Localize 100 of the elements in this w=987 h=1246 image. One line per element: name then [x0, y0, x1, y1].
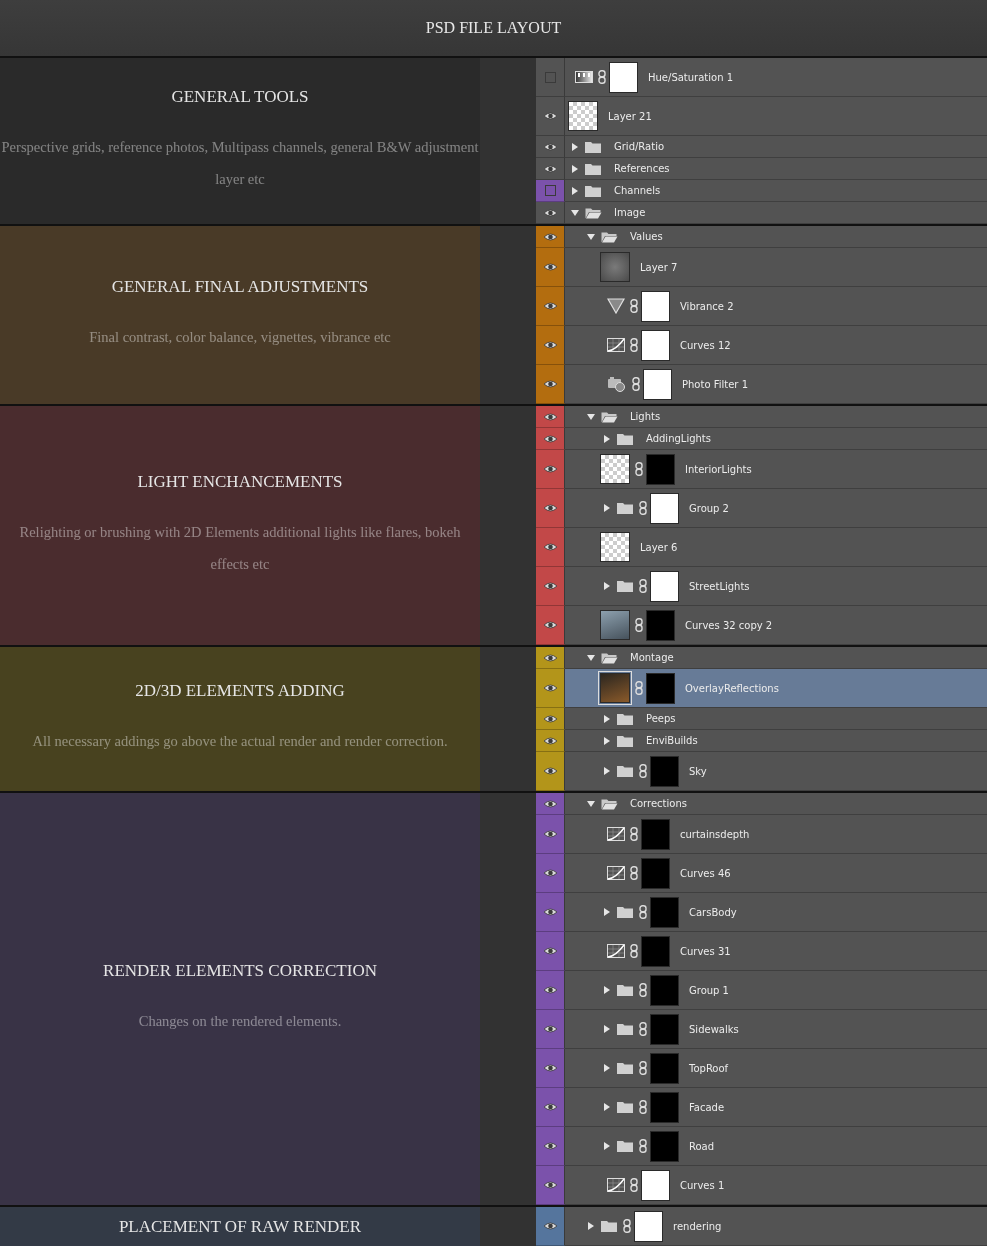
folder-icon	[601, 410, 618, 423]
disclosure-triangle-icon[interactable]	[603, 1064, 611, 1072]
eye-icon[interactable]	[542, 1180, 558, 1190]
eye-icon[interactable]	[542, 379, 558, 389]
folder-icon	[617, 1140, 634, 1152]
curve-graph-icon	[607, 944, 625, 958]
eye-icon[interactable]	[542, 1221, 558, 1231]
eye-icon[interactable]	[542, 946, 558, 956]
layer-name: Vibrance 2	[680, 300, 734, 312]
eye-icon[interactable]	[542, 464, 558, 474]
disclosure-triangle-icon[interactable]	[587, 1222, 595, 1230]
eye-icon[interactable]	[542, 713, 558, 724]
chain-link-icon	[635, 681, 643, 695]
chain-link-icon	[630, 299, 638, 313]
disclosure-triangle-icon[interactable]	[603, 714, 611, 723]
layer-name: AddingLights	[646, 433, 711, 444]
folder-icon	[617, 1062, 634, 1074]
disclosure-triangle-icon[interactable]	[587, 653, 595, 662]
eye-icon[interactable]	[542, 1024, 558, 1034]
folder-icon	[585, 140, 602, 153]
eye-icon[interactable]	[542, 652, 558, 663]
layer-name: Values	[630, 231, 663, 242]
eye-icon[interactable]	[542, 735, 558, 746]
layer-name: Facade	[689, 1101, 725, 1113]
disclosure-triangle-icon[interactable]	[603, 767, 611, 775]
disclosure-triangle-icon[interactable]	[571, 208, 579, 217]
eye-icon[interactable]	[542, 620, 558, 630]
eye-icon[interactable]	[542, 542, 558, 552]
eye-icon[interactable]	[542, 207, 558, 218]
page-title: PSD FILE LAYOUT	[425, 19, 562, 37]
chain-link-icon	[639, 983, 647, 997]
disclosure-triangle-icon[interactable]	[603, 1103, 611, 1111]
eye-icon[interactable]	[542, 411, 558, 422]
eye-icon[interactable]	[542, 433, 558, 444]
layer-name: Hue/Saturation 1	[648, 71, 734, 83]
chain-link-icon	[639, 1022, 647, 1036]
eye-icon[interactable]	[542, 340, 558, 350]
chain-link-icon	[639, 905, 647, 919]
disclosure-triangle-icon[interactable]	[587, 799, 595, 808]
chain-link-icon	[630, 1178, 638, 1192]
folder-icon	[617, 712, 634, 725]
eye-icon[interactable]	[542, 1141, 558, 1151]
eye-icon[interactable]	[542, 829, 558, 839]
chain-link-icon	[639, 501, 647, 515]
layer-name: Lights	[630, 411, 661, 422]
disclosure-triangle-icon[interactable]	[603, 1142, 611, 1150]
gradient-bars-icon	[575, 71, 593, 83]
layer-name: CarsBody	[689, 906, 737, 918]
eye-icon[interactable]	[542, 798, 558, 809]
disclosure-triangle-icon[interactable]	[587, 412, 595, 421]
section-title: RENDER ELEMENTS CORRECTION	[103, 961, 377, 981]
eye-icon[interactable]	[542, 111, 558, 121]
eye-icon[interactable]	[542, 141, 558, 152]
eye-icon[interactable]	[542, 907, 558, 917]
layer-name: Sidewalks	[689, 1023, 739, 1035]
layer-name: EnviBuilds	[646, 735, 698, 746]
layer-row[interactable]: OverlayReflections	[565, 669, 987, 708]
folder-icon	[585, 162, 602, 175]
folder-icon	[601, 1220, 618, 1232]
disclosure-triangle-icon[interactable]	[603, 736, 611, 745]
eye-icon[interactable]	[542, 683, 558, 693]
disclosure-triangle-icon[interactable]	[603, 582, 611, 590]
chain-link-icon	[639, 1100, 647, 1114]
disclosure-triangle-icon[interactable]	[587, 232, 595, 241]
disclosure-triangle-icon[interactable]	[603, 908, 611, 916]
eye-icon[interactable]	[542, 301, 558, 311]
layer-name: Grid/Ratio	[614, 141, 665, 152]
layer-name: TopRoof	[689, 1062, 729, 1074]
chain-link-icon	[639, 764, 647, 778]
section-description: Final contrast, color balance, vignettes, vibrance etc	[89, 328, 391, 347]
disclosure-triangle-icon[interactable]	[603, 986, 611, 994]
disclosure-triangle-icon[interactable]	[603, 504, 611, 512]
eye-icon[interactable]	[542, 231, 558, 242]
eye-icon[interactable]	[542, 262, 558, 272]
eye-icon[interactable]	[542, 503, 558, 513]
eye-icon[interactable]	[542, 985, 558, 995]
eye-icon[interactable]	[542, 868, 558, 878]
disclosure-triangle-icon[interactable]	[603, 1025, 611, 1033]
disclosure-triangle-icon[interactable]	[603, 434, 611, 443]
section-title: LIGHT ENCHANCEMENTS	[137, 471, 343, 492]
disclosure-triangle-icon[interactable]	[571, 142, 579, 151]
section-title: GENERAL FINAL ADJUSTMENTS	[111, 277, 369, 297]
layer-name: InteriorLights	[685, 463, 752, 475]
folder-icon	[585, 184, 602, 197]
layer-name: curtainsdepth	[680, 828, 750, 840]
section-description: All necessary addings go above the actual render and render correction.	[32, 732, 448, 751]
chain-link-icon	[639, 1139, 647, 1153]
folder-icon	[617, 1023, 634, 1035]
disclosure-triangle-icon[interactable]	[571, 164, 579, 173]
eye-icon[interactable]	[542, 581, 558, 591]
curve-graph-icon	[607, 1178, 625, 1192]
disclosure-triangle-icon[interactable]	[571, 186, 579, 195]
layer-name: Layer 7	[640, 261, 678, 273]
eye-icon[interactable]	[542, 1063, 558, 1073]
eye-icon[interactable]	[542, 766, 558, 776]
eye-icon[interactable]	[542, 163, 558, 174]
eye-icon[interactable]	[542, 1102, 558, 1112]
folder-icon	[585, 206, 602, 219]
curve-graph-icon	[607, 338, 625, 352]
layer-name: Corrections	[630, 798, 687, 809]
